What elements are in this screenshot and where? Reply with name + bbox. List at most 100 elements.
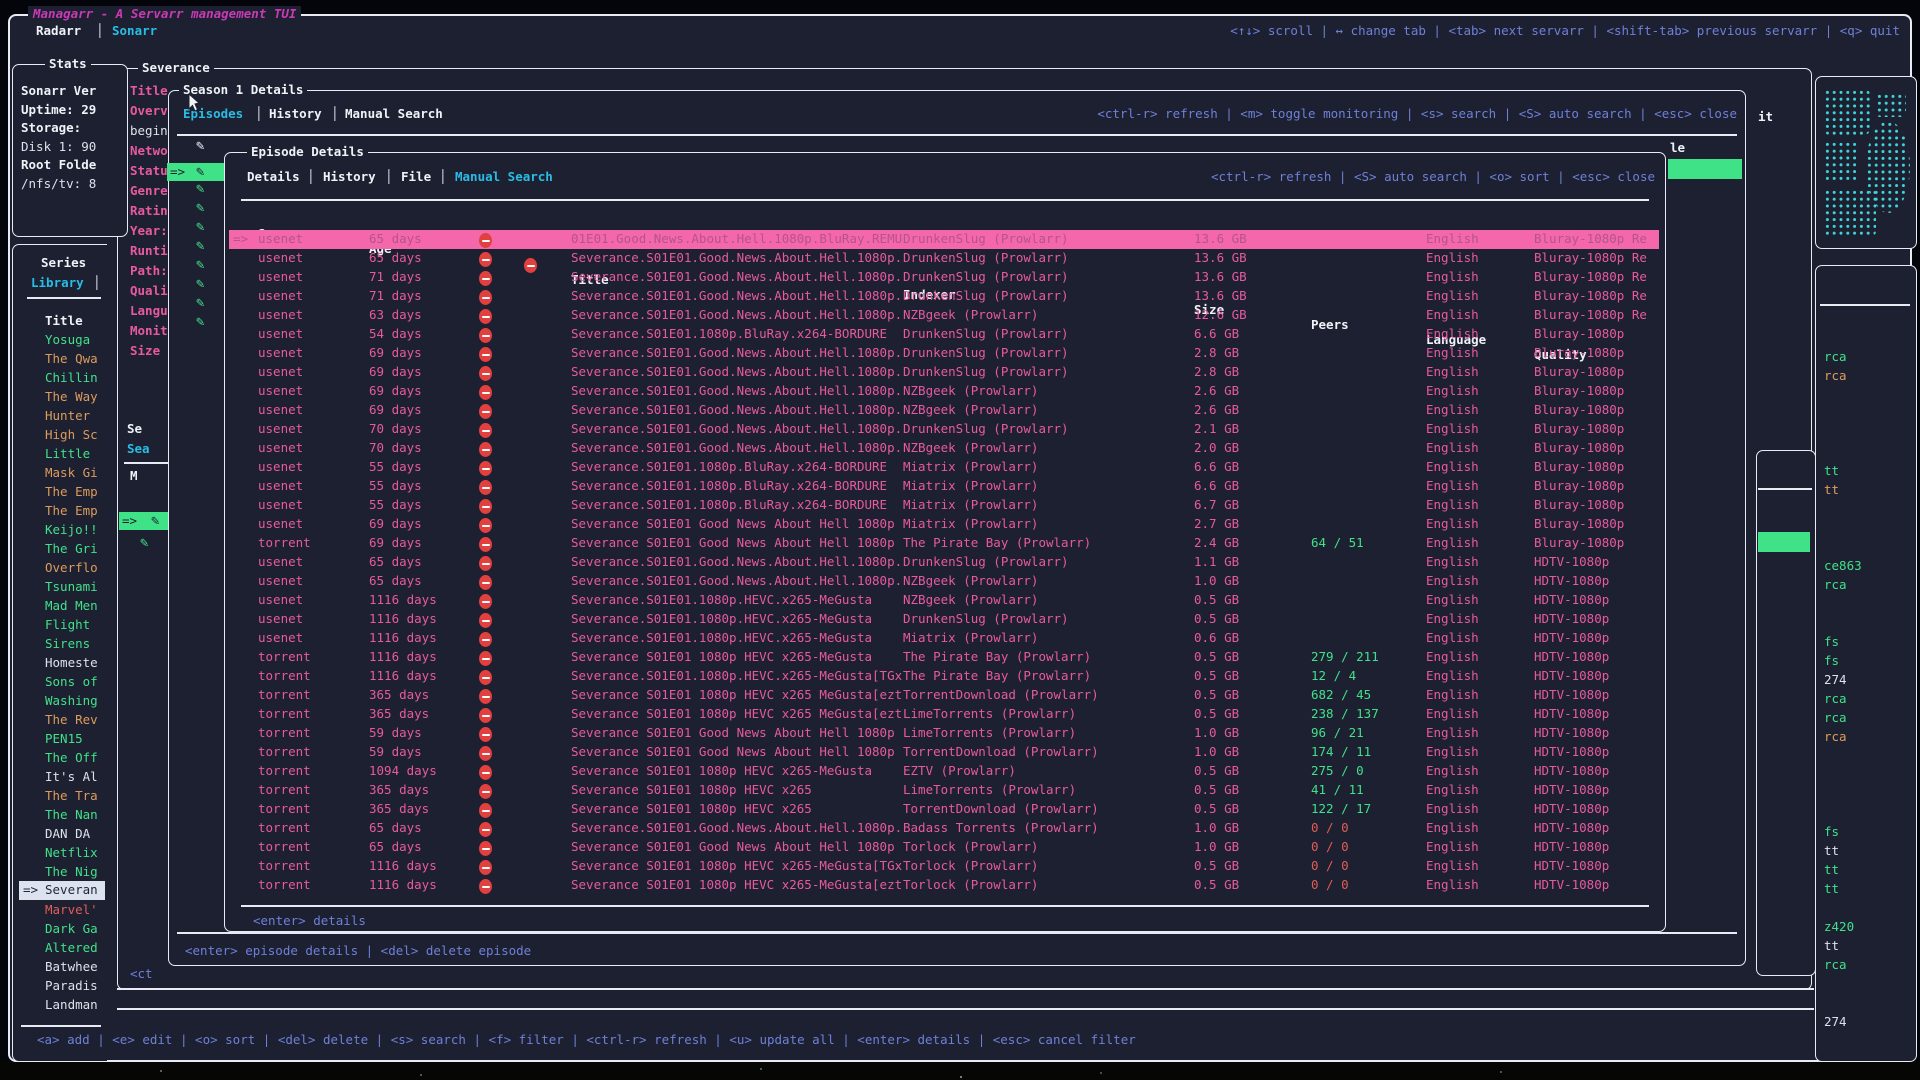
series-item[interactable]: The Qwa [45, 351, 98, 366]
series-item[interactable]: High Sc [45, 427, 98, 442]
series-item[interactable]: Landman [45, 997, 98, 1012]
series-item[interactable]: Overflo [45, 560, 98, 575]
series-item[interactable]: Flight [45, 617, 90, 632]
result-row[interactable]: usenet55 daysSeverance.S01E01.1080p.BluR… [229, 477, 1659, 496]
tab-library[interactable]: Library [31, 275, 84, 290]
series-item[interactable]: Altered [45, 940, 98, 955]
series-item[interactable]: PEN15 [45, 731, 83, 746]
series-item[interactable]: Marvel' [45, 902, 98, 917]
result-row[interactable]: usenet70 daysSeverance.S01E01.Good.News.… [229, 420, 1659, 439]
series-item[interactable]: It's Al [45, 769, 98, 784]
series-item[interactable]: The Rev [45, 712, 98, 727]
series-item[interactable]: Batwhee [45, 959, 98, 974]
cell-source: torrent [258, 820, 311, 835]
result-row[interactable]: usenet63 daysSeverance.S01E01.Good.News.… [229, 306, 1659, 325]
series-item-selected[interactable]: =>Severan [19, 881, 105, 900]
result-row[interactable]: usenet1116 daysSeverance.S01E01.1080p.HE… [229, 610, 1659, 629]
series-item[interactable]: DAN DA [45, 826, 90, 841]
result-row[interactable]: torrent365 daysSeverance S01E01 1080p HE… [229, 705, 1659, 724]
cell-quality: HDTV-1080p [1534, 839, 1609, 854]
seasons-fragment-tab[interactable]: Sea [127, 441, 150, 456]
series-item[interactable]: Mad Men [45, 598, 98, 613]
result-row[interactable]: usenet55 daysSeverance.S01E01.1080p.BluR… [229, 496, 1659, 515]
tab-manual-search[interactable]: Manual Search [455, 169, 553, 184]
result-row[interactable]: torrent1116 daysSeverance.S01E01.1080p.H… [229, 667, 1659, 686]
result-row[interactable]: torrent365 daysSeverance S01E01 1080p HE… [229, 781, 1659, 800]
mouse-cursor [188, 94, 202, 112]
result-row[interactable]: usenet1116 daysSeverance.S01E01.1080p.HE… [229, 591, 1659, 610]
result-row[interactable]: torrent65 daysSeverance S01E01 Good News… [229, 838, 1659, 857]
cell-language: English [1426, 573, 1479, 588]
cell-peers: 0 / 0 [1311, 839, 1349, 854]
cell-title: Severance.S01E01.1080p.HEVC.x265-MeGusta [571, 611, 872, 626]
cell-title: Severance S01E01 1080p HEVC x265-MeGusta [571, 649, 872, 664]
cell-quality: HDTV-1080p [1534, 820, 1609, 835]
series-item[interactable]: Yosuga [45, 332, 90, 347]
series-item[interactable]: Little [45, 446, 90, 461]
result-row[interactable]: usenet69 daysSeverance.S01E01.Good.News.… [229, 382, 1659, 401]
series-item[interactable]: The Tra [45, 788, 98, 803]
result-row[interactable]: torrent1116 daysSeverance S01E01 1080p H… [229, 648, 1659, 667]
result-row[interactable]: torrent69 daysSeverance S01E01 Good News… [229, 534, 1659, 553]
series-item[interactable]: Dark Ga [45, 921, 98, 936]
result-row[interactable]: usenet55 daysSeverance.S01E01.1080p.BluR… [229, 458, 1659, 477]
series-item[interactable]: The Nig [45, 864, 98, 879]
result-row[interactable]: usenet54 daysSeverance.S01E01.1080p.BluR… [229, 325, 1659, 344]
cell-source: usenet [258, 592, 303, 607]
series-item[interactable]: Hunter [45, 408, 90, 423]
result-row[interactable]: torrent365 daysSeverance S01E01 1080p HE… [229, 800, 1659, 819]
series-item[interactable]: The Way [45, 389, 98, 404]
series-item[interactable]: The Nan [45, 807, 98, 822]
series-item[interactable]: The Emp [45, 503, 98, 518]
result-row[interactable]: torrent1116 daysSeverance S01E01 1080p H… [229, 857, 1659, 876]
tab-history[interactable]: History [323, 169, 376, 184]
seasons-selected-row[interactable]: => ✎ [119, 512, 168, 530]
result-row[interactable]: torrent59 daysSeverance S01E01 Good News… [229, 724, 1659, 743]
result-row-selected[interactable]: =>usenet65 days01E01.Good.News.About.Hel… [229, 230, 1659, 249]
series-item[interactable]: Washing [45, 693, 98, 708]
tab-sonarr[interactable]: Sonarr [112, 23, 157, 38]
monitored-icon: ✎ [196, 201, 204, 215]
tab-season-history[interactable]: History [269, 106, 322, 121]
result-row[interactable]: torrent65 daysSeverance.S01E01.Good.News… [229, 819, 1659, 838]
cell-age: 59 days [369, 725, 422, 740]
reject-icon [479, 480, 492, 495]
result-row[interactable]: torrent365 daysSeverance S01E01 1080p HE… [229, 686, 1659, 705]
series-item[interactable]: Homeste [45, 655, 98, 670]
series-item[interactable]: The Gri [45, 541, 98, 556]
series-item[interactable]: Chillin [45, 370, 98, 385]
result-row[interactable]: usenet65 daysSeverance.S01E01.Good.News.… [229, 553, 1659, 572]
selected-episode-row[interactable]: => ✎ [167, 163, 227, 181]
series-item[interactable]: The Off [45, 750, 98, 765]
series-item[interactable]: The Emp [45, 484, 98, 499]
result-row[interactable]: usenet71 daysSeverance.S01E01.Good.News.… [229, 287, 1659, 306]
result-row[interactable]: usenet71 daysSeverance.S01E01.Good.News.… [229, 268, 1659, 287]
series-item[interactable]: Keijo!! [45, 522, 98, 537]
result-row[interactable]: usenet1116 daysSeverance.S01E01.1080p.HE… [229, 629, 1659, 648]
result-row[interactable]: usenet70 daysSeverance.S01E01.Good.News.… [229, 439, 1659, 458]
cell-indexer: EZTV (Prowlarr) [903, 763, 1016, 778]
tab-season-manual-search[interactable]: Manual Search [345, 106, 443, 121]
result-row[interactable]: usenet65 daysSeverance.S01E01.Good.News.… [229, 572, 1659, 591]
series-item[interactable]: Tsunami [45, 579, 98, 594]
tab-radarr[interactable]: Radarr [36, 23, 81, 38]
result-row[interactable]: torrent59 daysSeverance S01E01 Good News… [229, 743, 1659, 762]
result-row[interactable]: usenet69 daysSeverance.S01E01.Good.News.… [229, 344, 1659, 363]
selection-arrow: => [122, 513, 137, 528]
library-clipped-cell: fs [1824, 653, 1839, 668]
series-item[interactable]: Sons of [45, 674, 98, 689]
tab-details[interactable]: Details [247, 169, 300, 184]
result-row[interactable]: usenet65 daysSeverance.S01E01.Good.News.… [229, 249, 1659, 268]
cell-age: 69 days [369, 364, 422, 379]
cell-language: English [1426, 269, 1479, 284]
result-row[interactable]: torrent1116 daysSeverance S01E01 1080p H… [229, 876, 1659, 895]
series-item[interactable]: Sirens [45, 636, 90, 651]
result-row[interactable]: usenet69 daysSeverance.S01E01.Good.News.… [229, 363, 1659, 382]
result-row[interactable]: usenet69 daysSeverance.S01E01.Good.News.… [229, 401, 1659, 420]
series-item[interactable]: Netflix [45, 845, 98, 860]
series-item[interactable]: Mask Gi [45, 465, 98, 480]
tab-file[interactable]: File [401, 169, 431, 184]
series-item[interactable]: Paradis [45, 978, 98, 993]
result-row[interactable]: torrent1094 daysSeverance S01E01 1080p H… [229, 762, 1659, 781]
result-row[interactable]: usenet69 daysSeverance S01E01 Good News … [229, 515, 1659, 534]
